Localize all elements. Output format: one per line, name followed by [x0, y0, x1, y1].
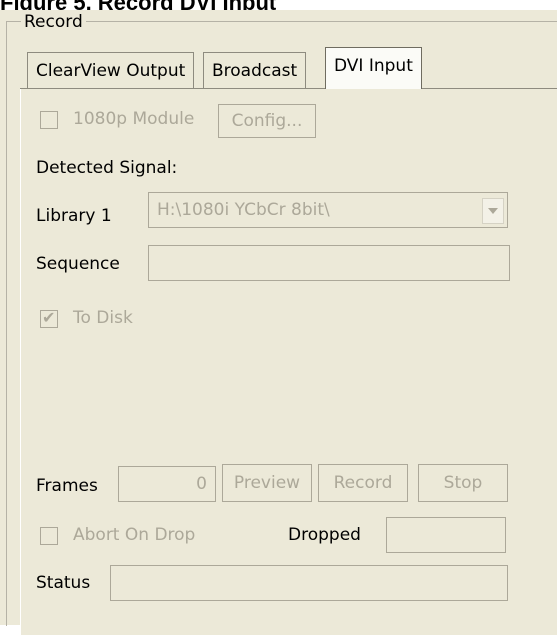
tab-dvi-input[interactable]: DVI Input — [325, 47, 422, 89]
preview-button[interactable]: Preview — [222, 464, 312, 502]
frames-label: Frames — [36, 476, 98, 496]
tab-broadcast[interactable]: Broadcast — [203, 52, 307, 88]
library-value: H:\1080i YCbCr 8bit\ — [157, 200, 330, 220]
sequence-field[interactable] — [148, 245, 510, 281]
status-label: Status — [36, 573, 91, 593]
status-field — [110, 565, 508, 601]
abort-on-drop-label: Abort On Drop — [73, 525, 196, 545]
config-button[interactable]: Config... — [218, 104, 316, 138]
frames-field[interactable]: 0 — [118, 466, 216, 502]
chevron-down-icon[interactable] — [482, 198, 504, 224]
detected-signal-label: Detected Signal: — [36, 158, 178, 178]
tab-clearview-output[interactable]: ClearView Output — [27, 52, 195, 88]
checkmark-icon: ✔ — [42, 308, 56, 327]
library-dropdown[interactable]: H:\1080i YCbCr 8bit\ — [148, 192, 508, 228]
dropped-label: Dropped — [288, 525, 361, 545]
to-disk-label: To Disk — [73, 308, 133, 328]
dropped-field[interactable] — [386, 517, 506, 553]
record-button[interactable]: Record — [318, 464, 408, 502]
library-label: Library 1 — [36, 206, 112, 226]
abort-on-drop-checkbox[interactable] — [40, 527, 58, 545]
record-group-title: Record — [21, 13, 86, 31]
sequence-label: Sequence — [36, 254, 120, 274]
record-panel: Record ClearView Output Broadcast DVI In… — [0, 10, 557, 635]
module-1080p-checkbox[interactable] — [40, 111, 58, 129]
stop-button[interactable]: Stop — [418, 464, 508, 502]
to-disk-checkbox[interactable]: ✔ — [40, 308, 58, 328]
module-1080p-label: 1080p Module — [73, 109, 195, 129]
